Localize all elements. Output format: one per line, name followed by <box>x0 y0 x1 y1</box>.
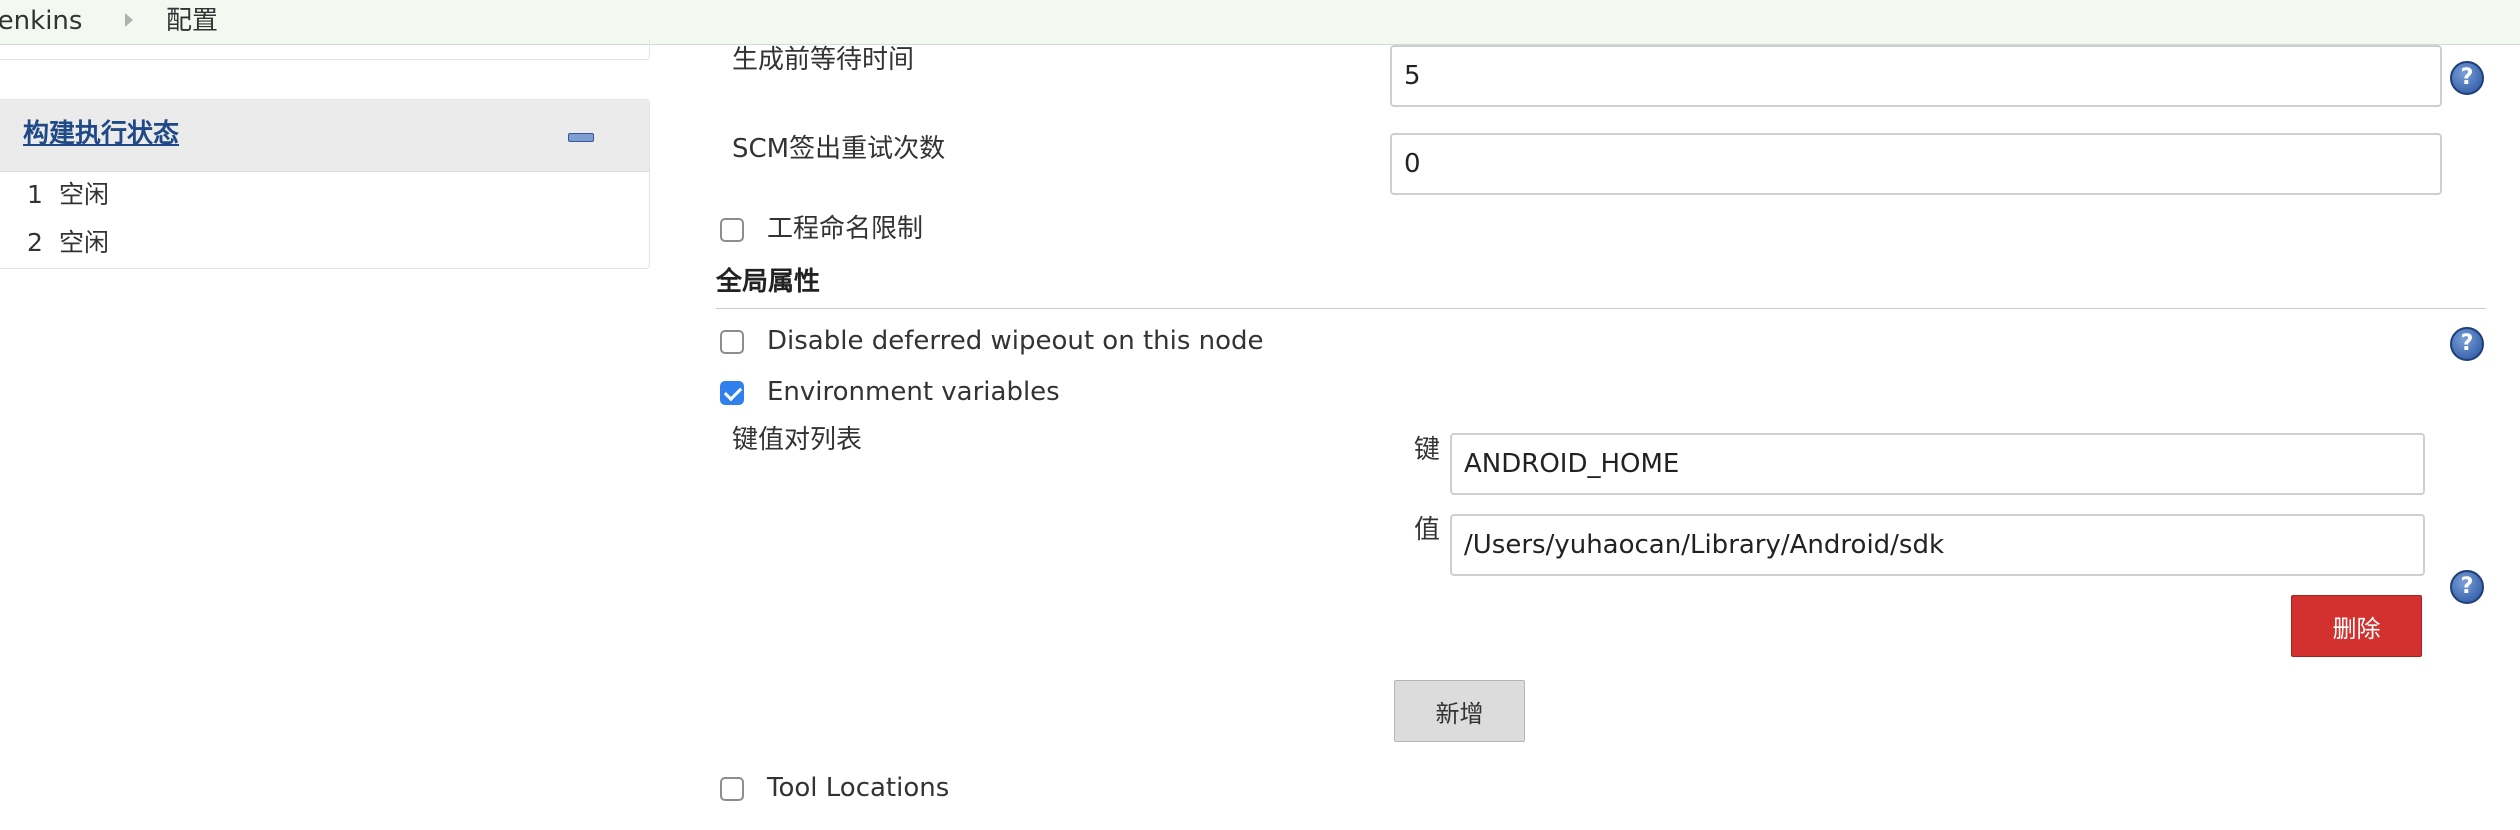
project-naming-checkbox[interactable] <box>720 218 744 242</box>
env-key-input[interactable] <box>1450 433 2425 495</box>
executor-status: 空闲 <box>59 180 110 209</box>
value-label: 值 <box>1414 515 1441 545</box>
executor-row: 1 空闲 <box>27 178 109 212</box>
executor-number: 2 <box>27 228 43 257</box>
chevron-right-icon[interactable] <box>125 13 133 27</box>
executor-status: 空闲 <box>59 228 110 257</box>
key-label: 键 <box>1414 435 1441 465</box>
global-properties-header: 全局属性 <box>716 267 821 297</box>
tool-locations-checkbox[interactable] <box>720 777 744 801</box>
quiet-period-label: 生成前等待时间 <box>732 45 915 75</box>
breadcrumb-config-link[interactable]: 配置 <box>166 3 218 39</box>
executor-status-link[interactable]: 构建执行状态 <box>23 116 179 152</box>
disable-wipeout-label: Disable deferred wipeout on this node <box>767 326 1264 356</box>
breadcrumb: Jenkins 配置 <box>0 0 2520 45</box>
delete-button[interactable]: 删除 <box>2291 595 2422 657</box>
help-icon[interactable]: ? <box>2450 327 2484 361</box>
tool-locations-label: Tool Locations <box>767 773 950 803</box>
environment-variables-label: Environment variables <box>767 377 1060 407</box>
help-icon[interactable]: ? <box>2450 570 2484 604</box>
scm-retry-label: SCM签出重试次数 <box>732 134 946 164</box>
key-value-list-label: 键值对列表 <box>732 425 863 455</box>
project-naming-label: 工程命名限制 <box>767 214 924 244</box>
minus-icon[interactable] <box>568 133 594 142</box>
add-button[interactable]: 新增 <box>1394 680 1525 742</box>
executor-row: 2 空闲 <box>27 226 109 260</box>
executor-panel-header: 构建执行状态 <box>0 100 649 172</box>
disable-wipeout-checkbox[interactable] <box>720 330 744 354</box>
sidebar-top-panel <box>0 40 650 60</box>
breadcrumb-jenkins-link[interactable]: Jenkins <box>0 3 82 39</box>
environment-variables-checkbox[interactable] <box>720 381 744 405</box>
scm-retry-input[interactable] <box>1390 133 2442 195</box>
quiet-period-input[interactable] <box>1390 45 2442 107</box>
help-icon[interactable]: ? <box>2450 61 2484 95</box>
section-divider <box>716 308 2486 309</box>
executor-status-panel: 构建执行状态 1 空闲 2 空闲 <box>0 99 650 269</box>
env-value-input[interactable] <box>1450 514 2425 576</box>
executor-number: 1 <box>27 180 43 209</box>
